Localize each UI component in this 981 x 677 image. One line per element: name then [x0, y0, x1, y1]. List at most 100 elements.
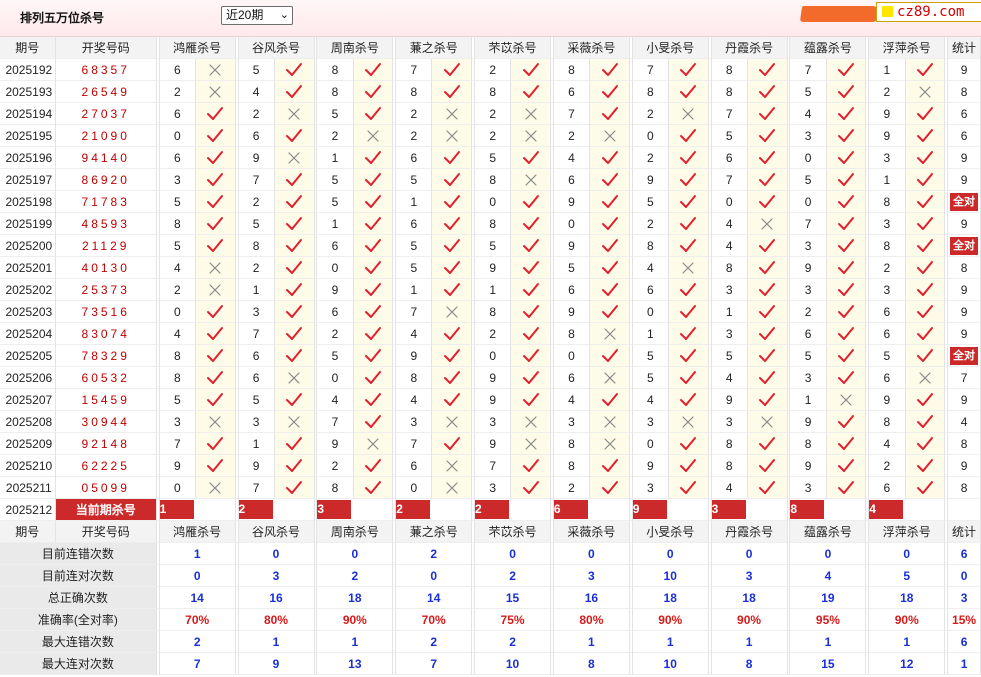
hit-cell — [905, 323, 946, 345]
hit-cell — [511, 235, 552, 257]
header-expert[interactable]: 小旻杀号 — [632, 521, 709, 543]
page-title: 排列五万位杀号 — [20, 11, 105, 25]
hit-cell — [905, 125, 946, 147]
header-expert[interactable]: 浮萍杀号 — [869, 37, 946, 59]
table-row: 2025205 78329 8 6 5 9 0 0 5 5 5 5 全对 — [0, 345, 981, 367]
draw-number-cell: 68357 — [55, 59, 157, 81]
kill-number-cell: 8 — [475, 169, 512, 191]
header-expert[interactable]: 芣苡杀号 — [475, 37, 552, 59]
current-total-cell — [948, 499, 981, 521]
cross-icon — [603, 129, 616, 142]
header-expert[interactable]: 鸿雁杀号 — [159, 37, 236, 59]
draw-number-cell: 48593 — [55, 213, 157, 235]
check-icon — [207, 106, 224, 120]
kill-number-cell: 5 — [317, 191, 354, 213]
header-expert[interactable]: 采薇杀号 — [553, 37, 630, 59]
hit-cell — [432, 345, 473, 367]
hit-cell — [511, 59, 552, 81]
kill-number-cell: 5 — [632, 191, 669, 213]
hit-cell — [590, 301, 630, 323]
stats-value: 2 — [317, 565, 394, 587]
hit-cell — [511, 147, 552, 169]
header-expert[interactable]: 周南杀号 — [317, 37, 394, 59]
header-expert[interactable]: 鸿雁杀号 — [159, 521, 236, 543]
kill-number-cell: 1 — [711, 301, 748, 323]
current-kill-badge: 6 — [553, 500, 588, 519]
kill-number-cell: 8 — [553, 59, 591, 81]
kill-number-cell: 3 — [553, 411, 591, 433]
header-expert[interactable]: 谷风杀号 — [238, 37, 315, 59]
kill-number-cell: 9 — [790, 455, 827, 477]
check-icon — [522, 260, 539, 274]
kill-number-cell: 2 — [475, 323, 512, 345]
site-logo[interactable]: cz89.com — [876, 2, 981, 22]
hit-cell — [590, 389, 630, 411]
current-kill-cell: 3 — [711, 499, 788, 521]
check-icon — [286, 458, 303, 472]
header-expert[interactable]: 小旻杀号 — [632, 37, 709, 59]
cross-icon — [446, 415, 458, 428]
header-expert[interactable]: 蕴露杀号 — [790, 521, 867, 543]
kill-number-cell: 1 — [869, 59, 906, 81]
header-expert[interactable]: 丹霞杀号 — [711, 521, 788, 543]
check-icon — [838, 216, 855, 230]
stats-value: 1 — [869, 631, 946, 653]
header-expert[interactable]: 蕴露杀号 — [790, 37, 867, 59]
period-range-select[interactable]: 近20期 ⌄ — [221, 6, 293, 25]
kill-number-cell: 6 — [396, 213, 433, 235]
stats-value: 3 — [948, 587, 981, 609]
kill-number-cell: 1 — [869, 169, 906, 191]
kill-number-cell: 4 — [869, 433, 906, 455]
check-icon — [680, 238, 697, 252]
hit-cell — [668, 81, 709, 103]
kill-number-cell: 8 — [869, 411, 906, 433]
hit-cell — [274, 59, 315, 81]
check-icon — [522, 150, 539, 164]
kill-number-cell: 2 — [790, 301, 827, 323]
kill-number-cell: 5 — [317, 103, 354, 125]
kill-number-cell: 1 — [396, 279, 433, 301]
check-icon — [364, 282, 381, 296]
hit-cell — [274, 125, 315, 147]
kill-number-cell: 9 — [869, 125, 906, 147]
header-expert[interactable]: 采薇杀号 — [553, 521, 630, 543]
period-cell: 2025202 — [0, 279, 56, 301]
kill-number-cell: 4 — [711, 213, 748, 235]
period-cell: 2025206 — [0, 367, 56, 389]
draw-number-cell: 86920 — [55, 169, 157, 191]
check-icon — [443, 348, 460, 362]
kill-number-cell: 3 — [396, 411, 433, 433]
header-period: 期号 — [0, 37, 56, 59]
kill-number-cell: 5 — [396, 235, 433, 257]
header-expert[interactable]: 蒹之杀号 — [396, 37, 473, 59]
hit-cell — [826, 279, 867, 301]
hit-cell — [274, 191, 315, 213]
miss-cell — [195, 279, 236, 301]
hit-cell — [826, 103, 867, 125]
draw-number-cell: 05099 — [55, 477, 157, 499]
hit-cell — [274, 257, 315, 279]
hit-cell — [668, 455, 709, 477]
check-icon — [838, 480, 855, 494]
table-row: 2025201 40130 4 2 0 5 9 5 4 8 9 2 8 — [0, 257, 981, 279]
check-icon — [601, 392, 618, 406]
current-kill-cell: 2 — [475, 499, 552, 521]
miss-cell — [432, 125, 473, 147]
header-expert[interactable]: 芣苡杀号 — [475, 521, 552, 543]
stats-row: 目前连错次数 1 0 0 2 0 0 0 0 0 0 6 — [0, 543, 981, 565]
header-expert[interactable]: 浮萍杀号 — [869, 521, 946, 543]
stats-value: 18 — [317, 587, 394, 609]
check-icon — [522, 62, 539, 76]
kill-number-cell: 0 — [632, 433, 669, 455]
stats-value: 7 — [159, 653, 236, 675]
stats-value: 0 — [790, 543, 867, 565]
header-expert[interactable]: 周南杀号 — [317, 521, 394, 543]
stats-row: 最大连错次数 2 1 1 2 2 1 1 1 1 1 6 — [0, 631, 981, 653]
check-icon — [364, 62, 381, 76]
check-icon — [916, 414, 933, 428]
kill-number-cell: 8 — [632, 81, 669, 103]
table-row: 2025200 21129 5 8 6 5 5 9 8 4 3 8 全对 — [0, 235, 981, 257]
header-expert[interactable]: 谷风杀号 — [238, 521, 315, 543]
header-expert[interactable]: 蒹之杀号 — [396, 521, 473, 543]
header-expert[interactable]: 丹霞杀号 — [711, 37, 788, 59]
